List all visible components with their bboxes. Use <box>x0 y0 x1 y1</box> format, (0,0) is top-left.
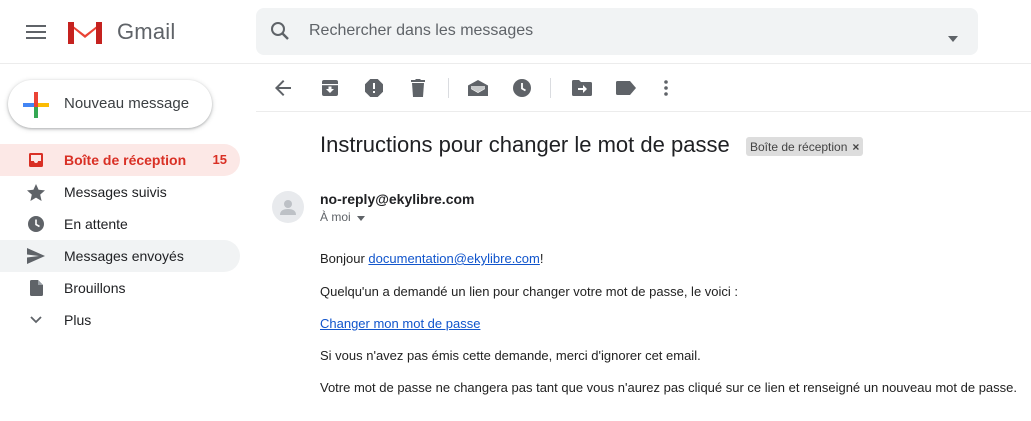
snooze-icon[interactable] <box>510 76 534 100</box>
reset-password-link-line: Changer mon mot de passe <box>320 316 480 331</box>
search-icon[interactable] <box>270 21 290 46</box>
search-options-caret-icon[interactable] <box>948 29 958 47</box>
more-vert-icon[interactable] <box>654 76 678 100</box>
sender-email: no-reply@ekylibre.com <box>320 191 475 207</box>
move-to-icon[interactable] <box>570 76 594 100</box>
toolbar-divider <box>256 111 1031 112</box>
sidebar-item-label: Messages envoyés <box>64 248 184 264</box>
report-spam-icon[interactable] <box>362 76 386 100</box>
gmail-logo-icon[interactable] <box>66 18 104 46</box>
star-icon <box>26 183 46 201</box>
sidebar-item-label: En attente <box>64 216 128 232</box>
sidebar-item-label: Brouillons <box>64 280 126 296</box>
sidebar-item-drafts[interactable]: Brouillons <box>0 272 240 304</box>
body-paragraph: Quelqu'un a demandé un lien pour changer… <box>320 284 739 299</box>
label-chip[interactable]: Boîte de réception × <box>746 137 864 156</box>
sidebar-item-starred[interactable]: Messages suivis <box>0 176 240 208</box>
recipient-details[interactable]: À moi <box>320 210 365 224</box>
label-chip-remove-icon[interactable]: × <box>852 140 859 154</box>
body-paragraph: Votre mot de passe ne changera pas tant … <box>320 380 1017 395</box>
header-divider <box>0 63 1031 64</box>
greeting-text: Bonjour <box>320 251 369 266</box>
sidebar-item-label: Plus <box>64 312 92 328</box>
toolbar-separator <box>550 78 551 98</box>
chevron-down-icon <box>26 312 46 328</box>
clock-icon <box>26 216 46 232</box>
inbox-icon <box>26 152 46 168</box>
sidebar-item-snoozed[interactable]: En attente <box>0 208 240 240</box>
message-subject: Instructions pour changer le mot de pass… <box>320 132 730 157</box>
label-icon[interactable] <box>614 76 638 100</box>
compose-label: Nouveau message <box>64 95 190 112</box>
delete-icon[interactable] <box>406 76 430 100</box>
sidebar-item-inbox[interactable]: Boîte de réception 15 <box>0 144 240 176</box>
sidebar-item-sent[interactable]: Messages envoyés <box>0 240 240 272</box>
recipient-details-caret-icon[interactable] <box>356 210 365 224</box>
plus-icon <box>23 92 49 123</box>
mark-unread-icon[interactable] <box>466 76 490 100</box>
search-bar[interactable]: Rechercher dans les messages <box>256 8 978 55</box>
reset-password-link[interactable]: Changer mon mot de passe <box>320 316 480 331</box>
back-arrow-icon[interactable] <box>271 76 295 100</box>
greeting-punctuation: ! <box>539 251 544 266</box>
avatar[interactable] <box>272 191 304 223</box>
sidebar-item-label: Messages suivis <box>64 184 167 200</box>
unread-count-badge: 15 <box>212 152 227 167</box>
greeting-email-link[interactable]: documentation@ekylibre.com <box>368 251 539 266</box>
greeting-line: Bonjour documentation@ekylibre.com! <box>320 251 544 266</box>
recipient-label: À moi <box>320 210 351 224</box>
compose-button[interactable]: Nouveau message <box>8 80 212 128</box>
main-menu-icon[interactable] <box>20 18 52 46</box>
sidebar-item-more[interactable]: Plus <box>0 304 240 336</box>
send-icon <box>26 248 46 264</box>
label-chip-text: Boîte de réception <box>750 139 848 154</box>
archive-icon[interactable] <box>318 76 342 100</box>
app-brand[interactable]: Gmail <box>117 19 175 45</box>
sidebar-item-label: Boîte de réception <box>64 152 187 168</box>
search-input[interactable]: Rechercher dans les messages <box>309 22 533 40</box>
body-paragraph: Si vous n'avez pas émis cette demande, m… <box>320 348 701 363</box>
draft-icon <box>26 280 46 296</box>
toolbar-separator <box>448 78 449 98</box>
